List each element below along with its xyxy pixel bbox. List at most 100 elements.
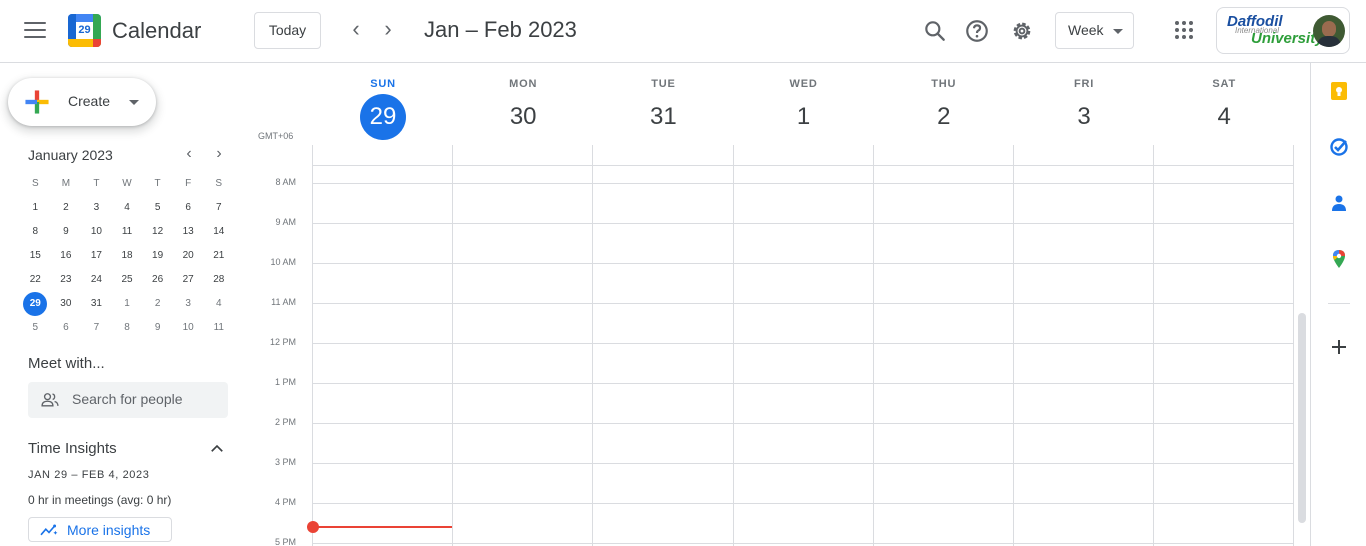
mini-calendar-day[interactable]: 9 [142, 316, 173, 340]
day-number[interactable]: 2 [921, 94, 967, 140]
next-week-button[interactable]: › [377, 18, 399, 41]
day-number[interactable]: 31 [640, 94, 686, 140]
mini-calendar-day[interactable]: 16 [51, 244, 82, 268]
grid-scrollbar-thumb[interactable] [1298, 313, 1306, 523]
hour-line [312, 183, 1294, 184]
mini-calendar-day[interactable]: 24 [81, 268, 112, 292]
mini-calendar-day[interactable]: 6 [51, 316, 82, 340]
mini-calendar-day[interactable]: 11 [112, 220, 143, 244]
mini-calendar-day[interactable]: 18 [112, 244, 143, 268]
mini-calendar-weekday: M [61, 178, 71, 189]
day-number[interactable]: 3 [1061, 94, 1107, 140]
mini-calendar-day[interactable]: 8 [20, 220, 51, 244]
mini-calendar-day[interactable]: 27 [173, 268, 204, 292]
mini-calendar-weekday: T [93, 178, 100, 189]
search-people-input[interactable] [72, 391, 222, 407]
search-people-field[interactable] [28, 382, 228, 418]
create-button[interactable]: Create [8, 78, 156, 126]
mini-calendar-day[interactable]: 30 [51, 292, 82, 316]
maps-icon[interactable] [1329, 249, 1349, 269]
day-header-sat[interactable]: SAT 4 [1154, 78, 1294, 140]
day-number[interactable]: 4 [1201, 94, 1247, 140]
settings-icon[interactable] [1009, 18, 1035, 44]
mini-calendar-day[interactable]: 10 [81, 220, 112, 244]
mini-calendar-prev-button[interactable]: ‹ [181, 146, 197, 163]
view-select[interactable]: Week [1055, 12, 1134, 49]
day-number[interactable]: 30 [500, 94, 546, 140]
day-header-mon[interactable]: MON 30 [453, 78, 593, 140]
mini-calendar-day[interactable]: 2 [51, 196, 82, 220]
mini-calendar-day[interactable]: 14 [203, 220, 234, 244]
mini-calendar-day[interactable]: 29 [20, 292, 51, 316]
mini-calendar-next-button[interactable]: › [211, 146, 227, 163]
hour-label: 4 PM [274, 497, 296, 507]
calendar-logo-icon[interactable]: 29 [68, 14, 101, 47]
mini-calendar-day[interactable]: 3 [173, 292, 204, 316]
mini-calendar-week: 22 23 24 25 26 27 28 [20, 268, 234, 292]
keep-icon[interactable] [1329, 81, 1349, 101]
previous-week-button[interactable]: ‹ [345, 18, 367, 41]
help-icon[interactable] [964, 18, 990, 44]
timezone-label: GMT+06 [258, 131, 294, 141]
tasks-icon[interactable] [1329, 137, 1349, 157]
day-header-tue[interactable]: TUE 31 [593, 78, 733, 140]
get-addons-icon[interactable] [1330, 338, 1348, 356]
account-button[interactable]: Daffodil International University [1216, 7, 1350, 54]
day-header-wed[interactable]: WED 1 [734, 78, 874, 140]
mini-calendar-day[interactable]: 19 [142, 244, 173, 268]
day-number[interactable]: 29 [360, 94, 406, 140]
search-icon[interactable] [922, 18, 948, 44]
chevron-up-icon[interactable] [208, 440, 226, 458]
day-number[interactable]: 1 [781, 94, 827, 140]
mini-calendar-day[interactable]: 12 [142, 220, 173, 244]
hour-line [312, 423, 1294, 424]
mini-calendar-day[interactable]: 4 [203, 292, 234, 316]
mini-calendar-day[interactable]: 7 [81, 316, 112, 340]
day-column-divider [732, 145, 734, 546]
mini-calendar-day[interactable]: 9 [51, 220, 82, 244]
mini-calendar-week: 15 16 17 18 19 20 21 [20, 244, 234, 268]
app-title[interactable]: Calendar [112, 18, 201, 44]
mini-calendar-day[interactable]: 20 [173, 244, 204, 268]
mini-calendar-day[interactable]: 28 [203, 268, 234, 292]
main-menu-icon[interactable] [24, 22, 46, 38]
day-of-week-label: TUE [651, 78, 676, 90]
mini-calendar-day[interactable]: 7 [203, 196, 234, 220]
mini-calendar-day[interactable]: 15 [20, 244, 51, 268]
mini-calendar-day[interactable]: 10 [173, 316, 204, 340]
day-header-sun[interactable]: SUN 29 [313, 78, 453, 140]
mini-calendar-day[interactable]: 3 [81, 196, 112, 220]
today-button[interactable]: Today [254, 12, 321, 49]
week-time-grid[interactable] [312, 145, 1294, 546]
mini-calendar-day[interactable]: 26 [142, 268, 173, 292]
more-insights-button[interactable]: More insights [28, 517, 172, 542]
mini-calendar-day[interactable]: 11 [203, 316, 234, 340]
hour-line [312, 543, 1294, 544]
mini-calendar-day[interactable]: 1 [20, 196, 51, 220]
contacts-icon[interactable] [1329, 193, 1349, 213]
mini-calendar-day[interactable]: 2 [142, 292, 173, 316]
mini-calendar-day[interactable]: 5 [20, 316, 51, 340]
mini-calendar-day[interactable]: 21 [203, 244, 234, 268]
day-header-thu[interactable]: THU 2 [874, 78, 1014, 140]
mini-calendar-day[interactable]: 31 [81, 292, 112, 316]
mini-calendar-day[interactable]: 23 [51, 268, 82, 292]
avatar[interactable] [1313, 15, 1345, 47]
mini-calendar-day[interactable]: 5 [142, 196, 173, 220]
mini-calendar-day[interactable]: 8 [112, 316, 143, 340]
mini-calendar-day[interactable]: 25 [112, 268, 143, 292]
mini-calendar-day[interactable]: 17 [81, 244, 112, 268]
mini-calendar-today: 29 [23, 292, 48, 316]
hour-label: 10 AM [270, 257, 296, 267]
mini-calendar-day[interactable]: 1 [112, 292, 143, 316]
mini-calendar-day[interactable]: 6 [173, 196, 204, 220]
google-apps-icon[interactable] [1175, 21, 1193, 39]
mini-calendar-day[interactable]: 13 [173, 220, 204, 244]
people-icon [41, 393, 59, 407]
mini-calendar-day[interactable]: 22 [20, 268, 51, 292]
current-time-dot [307, 521, 319, 533]
mini-calendar-day[interactable]: 4 [112, 196, 143, 220]
day-column-divider [312, 145, 313, 546]
day-header-fri[interactable]: FRI 3 [1014, 78, 1154, 140]
hour-label: 3 PM [274, 457, 296, 467]
